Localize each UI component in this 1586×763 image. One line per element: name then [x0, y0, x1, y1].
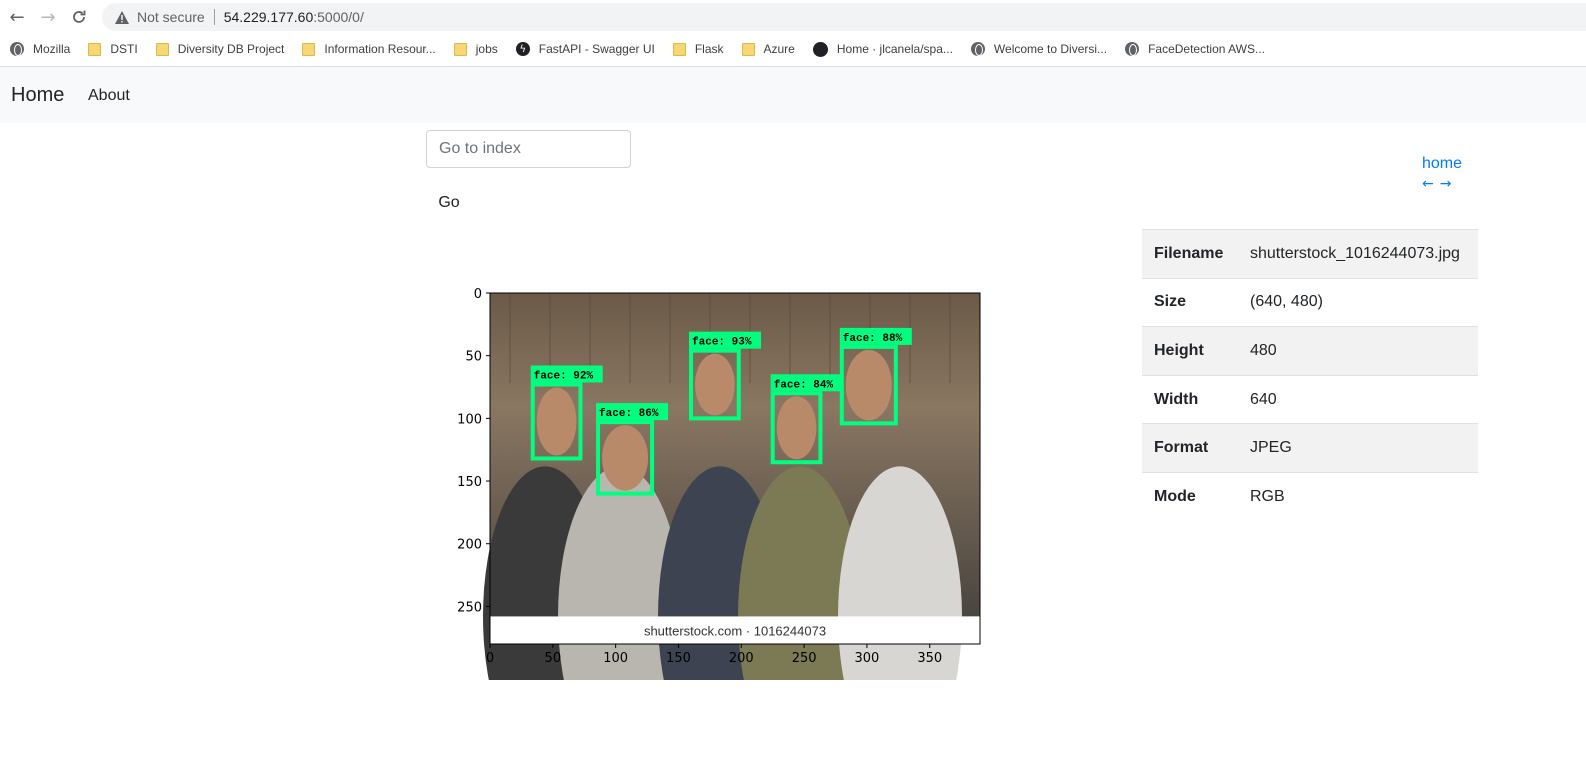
y-tick-label: 200 [457, 538, 482, 553]
bookmarks-bar: Mozilla DSTI Diversity DB Project Informati… [0, 36, 1586, 62]
x-tick-label: 100 [603, 651, 628, 666]
y-tick-label: 150 [457, 475, 482, 490]
image-info-table: Filename shutterstock_1016244073.jpg Size (… [1142, 229, 1478, 521]
x-tick-label: 200 [729, 651, 754, 666]
info-value: RGB [1250, 488, 1285, 506]
detection-label: face: 93% [692, 337, 752, 349]
info-value: JPEG [1250, 439, 1292, 457]
navbar-brand-home[interactable]: Home [11, 84, 64, 107]
bookmark-label: Home · jlcanela/spa... [836, 42, 953, 56]
globe-icon [970, 42, 985, 56]
detection-label: face: 84% [774, 379, 834, 391]
address-bar[interactable]: Not secure 54.229.177.60:5000/0/ [102, 3, 1586, 31]
bookmark-label: FastAPI - Swagger UI [538, 42, 655, 56]
globe-icon [1125, 42, 1140, 56]
fastapi-icon: ϟ [515, 42, 530, 56]
browser-toolbar: ← → Not secure 54.229.177.60:5000/0/ [0, 0, 1586, 34]
back-arrow-icon[interactable]: ← [6, 6, 28, 28]
x-tick-label: 250 [792, 651, 817, 666]
watermark-text: shutterstock.com · 1016244073 [644, 623, 826, 638]
info-key: Format [1154, 439, 1209, 457]
x-tick-label: 300 [855, 651, 880, 666]
bookmark-label: DSTI [110, 42, 138, 56]
x-tick-label: 0 [486, 651, 494, 666]
bookmark-item[interactable]: ϟ FastAPI - Swagger UI [515, 42, 655, 56]
info-key: Size [1154, 293, 1187, 311]
detection-label: face: 92% [534, 371, 594, 383]
nav-link-about[interactable]: About [88, 87, 130, 105]
info-row: Width 640 [1142, 375, 1478, 424]
info-value: 640 [1250, 390, 1277, 408]
bookmark-label: Mozilla [33, 42, 71, 56]
folder-icon [672, 42, 686, 56]
info-key: Height [1154, 341, 1204, 359]
security-label[interactable]: Not secure [137, 9, 205, 25]
info-row: Mode RGB [1142, 472, 1478, 521]
info-row: Size (640, 480) [1142, 278, 1478, 327]
next-link[interactable]: → [1440, 176, 1452, 192]
folder-icon [302, 42, 316, 56]
info-value: shutterstock_1016244073.jpg [1250, 244, 1460, 262]
info-key: Mode [1154, 488, 1196, 506]
url-host: 54.229.177.60 [223, 9, 314, 25]
forward-arrow-icon[interactable]: → [37, 6, 59, 28]
reload-icon[interactable] [68, 6, 90, 28]
info-row: Height 480 [1142, 326, 1478, 376]
url-path: :5000/0/ [313, 9, 364, 25]
bookmark-label: Information Resour... [324, 42, 436, 56]
globe-icon [10, 42, 24, 56]
y-tick-label: 50 [465, 350, 482, 365]
y-tick-label: 250 [457, 600, 482, 615]
detection-label: face: 88% [843, 333, 903, 345]
info-value: (640, 480) [1250, 293, 1323, 311]
pager-arrows: ← → [1422, 176, 1462, 192]
face-region [602, 425, 649, 491]
detection-plot: shutterstock.com · 1016244073 face: 92% fa… [457, 287, 981, 680]
info-key: Filename [1154, 244, 1224, 262]
bookmark-item[interactable]: Home · jlcanela/spa... [812, 41, 953, 57]
bookmark-item[interactable]: Azure [741, 42, 795, 56]
folder-icon [741, 42, 755, 56]
warning-icon [114, 9, 130, 25]
bookmark-item[interactable]: FaceDetection AWS... [1125, 42, 1265, 56]
address-divider [213, 9, 215, 25]
detection-label: face: 86% [599, 408, 659, 420]
bookmark-label: Flask [694, 42, 724, 56]
face-region [845, 349, 892, 421]
x-tick-label: 350 [917, 651, 942, 666]
info-row: Filename shutterstock_1016244073.jpg [1142, 229, 1478, 279]
home-link[interactable]: home [1422, 155, 1462, 173]
navbar: Home About [0, 67, 1586, 123]
x-tick-label: 150 [666, 651, 691, 666]
x-tick-label: 50 [545, 651, 562, 666]
bookmark-label: jobs [475, 42, 498, 56]
prev-link[interactable]: ← [1422, 176, 1434, 192]
pager-links: home ← → [1422, 155, 1462, 192]
bookmark-item[interactable]: DSTI [88, 42, 138, 56]
folder-icon [88, 42, 102, 56]
github-icon [812, 41, 828, 57]
bookmark-item[interactable]: Flask [672, 42, 724, 56]
face-region [536, 387, 577, 456]
bookmark-label: FaceDetection AWS... [1148, 42, 1265, 56]
info-value: 480 [1250, 341, 1277, 359]
bookmark-label: Diversity DB Project [177, 42, 285, 56]
info-key: Width [1154, 390, 1199, 408]
bookmark-item[interactable]: Mozilla [10, 42, 70, 56]
info-row: Format JPEG [1142, 423, 1478, 473]
bookmark-label: Welcome to Diversi... [993, 42, 1108, 56]
index-input[interactable] [426, 130, 631, 168]
y-tick-label: 0 [474, 287, 482, 302]
bookmark-item[interactable]: Welcome to Diversi... [970, 42, 1108, 56]
bookmark-item[interactable]: Diversity DB Project [155, 42, 285, 56]
bookmark-item[interactable]: Information Resour... [302, 42, 436, 56]
y-tick-label: 100 [457, 412, 482, 427]
go-button[interactable]: Go [426, 189, 472, 217]
face-region [695, 353, 735, 416]
bookmark-label: Azure [763, 42, 795, 56]
face-region [776, 396, 817, 460]
folder-icon [155, 42, 169, 56]
folder-icon [453, 42, 467, 56]
bookmark-item[interactable]: jobs [453, 42, 498, 56]
